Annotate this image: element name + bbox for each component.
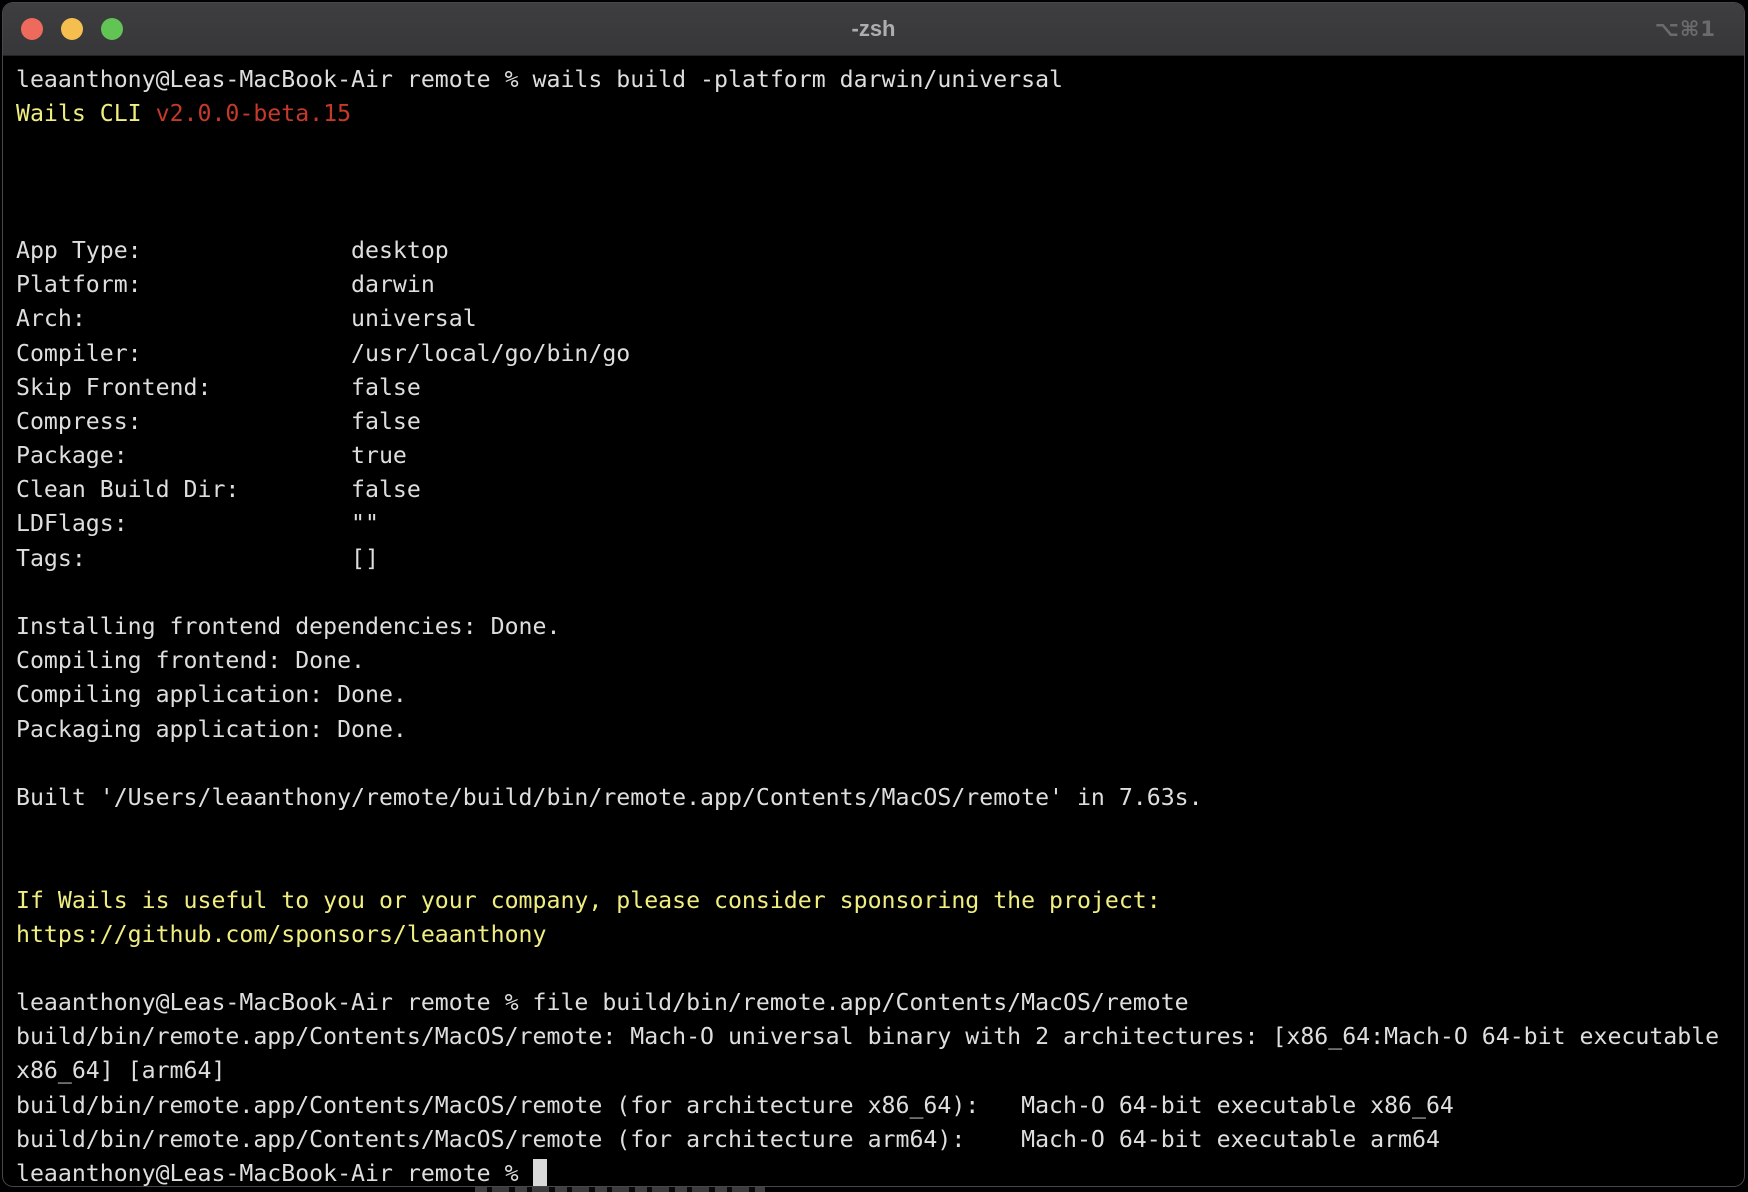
text-segment: Built '/Users/leaanthony/remote/build/bi… [16, 784, 1203, 811]
prompt-line-file-command: leaanthony@Leas-MacBook-Air remote % fil… [16, 986, 1731, 1020]
terminal-output[interactable]: leaanthony@Leas-MacBook-Air remote % wai… [3, 56, 1744, 1187]
terminal-line [16, 200, 1731, 234]
config-row-ldflags: LDFlags: "" [16, 507, 1731, 541]
prompt-line-current: leaanthony@Leas-MacBook-Air remote % [16, 1157, 1731, 1187]
config-row-arch: Arch: universal [16, 302, 1731, 336]
file-output-universal-1: build/bin/remote.app/Contents/MacOS/remo… [16, 1020, 1731, 1054]
titlebar[interactable]: -zsh ⌥⌘1 [3, 3, 1744, 56]
text-segment: https://github.com/sponsors/leaanthony [16, 921, 546, 948]
file-output-arm64: build/bin/remote.app/Contents/MacOS/remo… [16, 1123, 1731, 1157]
file-output-universal-2: x86_64] [arm64] [16, 1054, 1731, 1088]
terminal-window: -zsh ⌥⌘1 leaanthony@Leas-MacBook-Air rem… [2, 2, 1745, 1187]
config-row-package: Package: true [16, 439, 1731, 473]
status-packaging-application: Packaging application: Done. [16, 713, 1731, 747]
status-compiling-frontend: Compiling frontend: Done. [16, 644, 1731, 678]
text-segment: Platform: darwin [16, 271, 435, 298]
status-installing-deps: Installing frontend dependencies: Done. [16, 610, 1731, 644]
text-segment: Compiler: /usr/local/go/bin/go [16, 340, 630, 367]
text-segment: Package: true [16, 442, 407, 469]
prompt-line-build-command: leaanthony@Leas-MacBook-Air remote % wai… [16, 63, 1731, 97]
config-row-skip-frontend: Skip Frontend: false [16, 371, 1731, 405]
text-segment: x86_64] [arm64] [16, 1057, 225, 1084]
terminal-line [16, 131, 1731, 165]
window-shortcut-badge: ⌥⌘1 [1655, 17, 1716, 41]
file-output-x86: build/bin/remote.app/Contents/MacOS/remo… [16, 1089, 1731, 1123]
text-segment: Compress: false [16, 408, 421, 435]
window-title: -zsh [852, 16, 896, 42]
text-segment: leaanthony@Leas-MacBook-Air remote % [16, 1160, 533, 1187]
wails-version: v2.0.0-beta.15 [156, 100, 351, 127]
sponsor-message: If Wails is useful to you or your compan… [16, 884, 1731, 918]
background-window-sliver [475, 1187, 765, 1192]
text-segment: Compiling application: Done. [16, 681, 407, 708]
text-segment: Compiling frontend: Done. [16, 647, 365, 674]
terminal-line [16, 952, 1731, 986]
zoom-button[interactable] [101, 18, 123, 40]
config-row-clean-build-dir: Clean Build Dir: false [16, 473, 1731, 507]
terminal-line [16, 576, 1731, 610]
text-segment: Skip Frontend: false [16, 374, 421, 401]
config-row-app-type: App Type: desktop [16, 234, 1731, 268]
text-segment: Packaging application: Done. [16, 716, 407, 743]
text-segment: build/bin/remote.app/Contents/MacOS/remo… [16, 1023, 1719, 1050]
terminal-line [16, 849, 1731, 883]
text-segment: build/bin/remote.app/Contents/MacOS/remo… [16, 1126, 1440, 1153]
text-segment: leaanthony@Leas-MacBook-Air remote % fil… [16, 989, 1189, 1016]
wails-cli-version-line: Wails CLI v2.0.0-beta.15 [16, 97, 1731, 131]
config-row-tags: Tags: [] [16, 542, 1731, 576]
config-row-compress: Compress: false [16, 405, 1731, 439]
terminal-line [16, 166, 1731, 200]
minimize-button[interactable] [61, 18, 83, 40]
terminal-line [16, 747, 1731, 781]
close-button[interactable] [21, 18, 43, 40]
config-row-platform: Platform: darwin [16, 268, 1731, 302]
text-segment: LDFlags: "" [16, 510, 379, 537]
text-segment: Arch: universal [16, 305, 477, 332]
text-segment: Clean Build Dir: false [16, 476, 421, 503]
built-result-line: Built '/Users/leaanthony/remote/build/bi… [16, 781, 1731, 815]
sponsor-link: https://github.com/sponsors/leaanthony [16, 918, 1731, 952]
traffic-lights [21, 18, 123, 40]
text-cursor [533, 1159, 547, 1186]
text-segment: Installing frontend dependencies: Done. [16, 613, 560, 640]
status-compiling-application: Compiling application: Done. [16, 678, 1731, 712]
terminal-line [16, 815, 1731, 849]
config-row-compiler: Compiler: /usr/local/go/bin/go [16, 337, 1731, 371]
text-segment: Tags: [] [16, 545, 379, 572]
text-segment: build/bin/remote.app/Contents/MacOS/remo… [16, 1092, 1454, 1119]
text-segment: leaanthony@Leas-MacBook-Air remote % wai… [16, 66, 1063, 93]
text-segment: If Wails is useful to you or your compan… [16, 887, 1161, 914]
wails-cli-label: Wails CLI [16, 100, 156, 127]
text-segment: App Type: desktop [16, 237, 449, 264]
